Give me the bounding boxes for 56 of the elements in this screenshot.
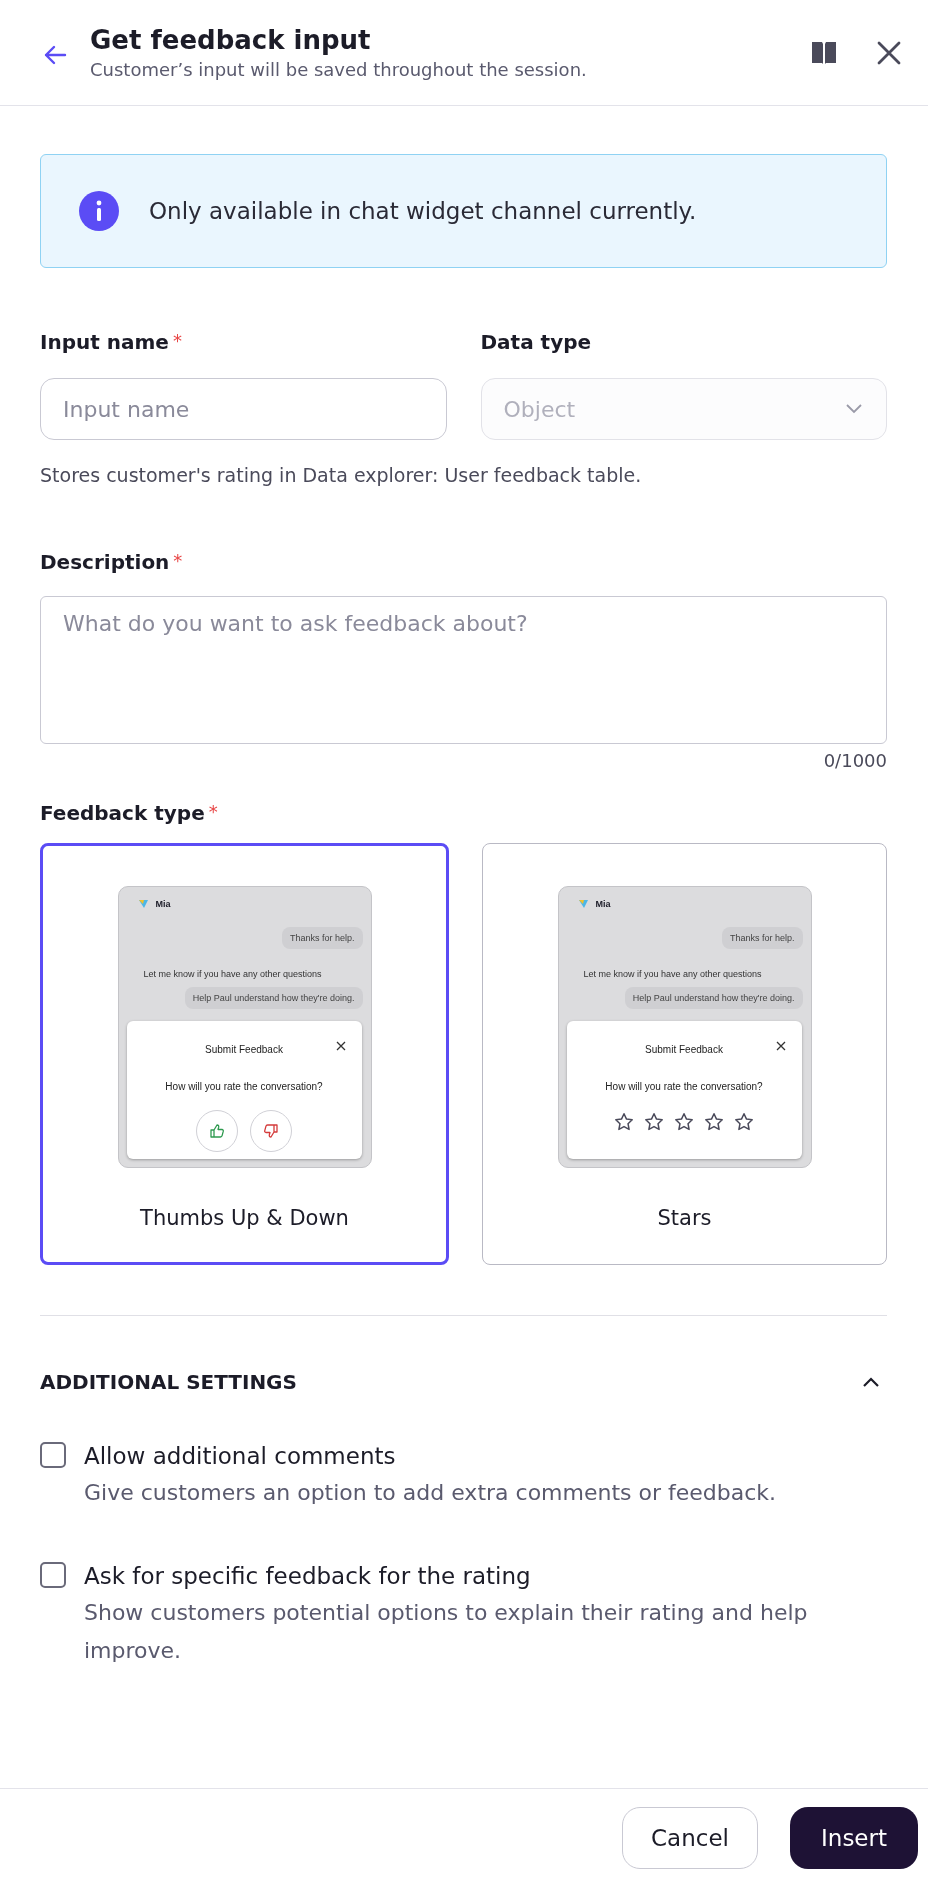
feedback-option-card[interactable]: Mia Thanks for help. Let me know if you have any other questions Help Paul understand how they're doing. Submit Feedback How will you rate the conversation? Stars xyxy=(482,843,887,1265)
required-mark: * xyxy=(208,801,218,824)
chevron-down-icon xyxy=(844,403,864,415)
star-icon xyxy=(674,1112,694,1132)
checkbox-description: Show customers potential options to explain their rating and help improve. xyxy=(84,1599,809,1665)
feedback-option-card[interactable]: Mia Thanks for help. Let me know if you have any other questions Help Paul understand how they're doing. Submit Feedback How will you rate the conversation? Thumbs Up & Down xyxy=(40,843,449,1265)
info-message: Only available in chat widget channel currently. xyxy=(149,198,697,224)
checkbox-label: Ask for specific feedback for the rating xyxy=(84,1562,532,1591)
required-mark: * xyxy=(172,330,182,353)
popup-title: Submit Feedback xyxy=(645,1044,723,1055)
insert-button[interactable]: Insert xyxy=(790,1806,918,1869)
popup-question: How will you rate the conversation? xyxy=(604,1081,764,1092)
popup-question: How will you rate the conversation? xyxy=(164,1081,324,1092)
popup-title: Submit Feedback xyxy=(205,1044,283,1055)
logo-icon xyxy=(138,900,148,908)
info-icon xyxy=(79,191,119,231)
field-label: Feedback type xyxy=(40,801,205,825)
field-label: Description xyxy=(40,550,170,574)
window-subtitle: Customer’s input will be saved throughout the session. xyxy=(90,57,588,82)
agent-name: Mia xyxy=(155,899,171,909)
description-field[interactable]: What do you want to ask feedback about? xyxy=(40,596,887,744)
option-label: Stars xyxy=(657,1206,712,1230)
chat-message: Let me know if you have any other questions xyxy=(142,969,323,979)
close-icon[interactable] xyxy=(876,39,902,66)
required-mark: * xyxy=(173,550,183,573)
checkbox-label: Allow additional comments xyxy=(84,1442,397,1471)
close-icon xyxy=(775,1041,786,1051)
helper-text: Stores customer's rating in Data explorer: User feedback table. xyxy=(40,464,643,486)
close-icon xyxy=(335,1041,346,1051)
character-counter: 0/1000 xyxy=(822,750,887,771)
logo-icon xyxy=(578,900,588,908)
chat-message: Let me know if you have any other questions xyxy=(582,969,763,979)
star-icon xyxy=(704,1112,724,1132)
agent-name: Mia xyxy=(595,899,611,909)
option-label: Thumbs Up & Down xyxy=(140,1206,349,1230)
star-icon xyxy=(734,1112,754,1132)
cancel-button[interactable]: Cancel xyxy=(622,1806,758,1869)
checkbox[interactable] xyxy=(40,1442,66,1468)
chat-bubble: Thanks for help. xyxy=(281,927,363,949)
book-icon[interactable] xyxy=(810,39,838,66)
thumbs-down-icon xyxy=(263,1123,279,1139)
input-field[interactable]: Input name xyxy=(40,378,447,440)
checkbox[interactable] xyxy=(40,1562,66,1588)
back-icon[interactable] xyxy=(42,43,68,66)
field-label: Input name xyxy=(40,330,169,354)
thumbs-up-icon xyxy=(209,1123,225,1139)
star-icon xyxy=(644,1112,664,1132)
field-label: Data type xyxy=(480,330,592,354)
chevron-up-icon[interactable] xyxy=(861,1376,881,1388)
chat-bubble: Thanks for help. xyxy=(721,927,803,949)
chat-bubble: Help Paul understand how they're doing. xyxy=(624,987,803,1009)
checkbox-description: Give customers an option to add extra comments or feedback. xyxy=(84,1479,777,1507)
star-icon xyxy=(614,1112,634,1132)
section-title: ADDITIONAL SETTINGS xyxy=(40,1370,297,1394)
chat-bubble: Help Paul understand how they're doing. xyxy=(184,987,363,1009)
window-title: Get feedback input xyxy=(90,23,372,57)
